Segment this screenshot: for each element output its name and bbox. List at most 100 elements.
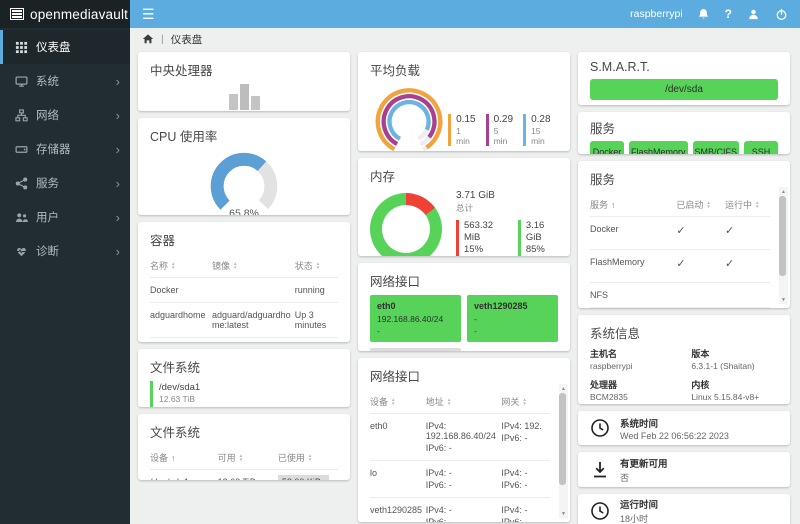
card-title: 中央处理器 <box>150 60 338 79</box>
service-chip-docker: Docker <box>590 141 624 154</box>
hostname-button[interactable]: raspberrypi <box>630 8 683 20</box>
table-row: Dockerrunning <box>150 278 338 303</box>
column-header: 网关 <box>501 395 519 408</box>
sidebar-item-label: 仪表盘 <box>36 39 71 55</box>
column-header: 已启动 <box>676 198 703 211</box>
card-smart: S.M.A.R.T. /dev/sda <box>578 52 790 105</box>
table-row: lo IPv4: -IPv6: - IPv4: -IPv6: - <box>370 461 550 498</box>
user-icon[interactable] <box>746 7 760 21</box>
column-header: 设备 <box>370 395 388 408</box>
dashboard-grid-icon <box>15 41 28 54</box>
service-chip-flashmemory: FlashMemory <box>629 141 688 154</box>
users-icon <box>15 211 28 224</box>
chevron-right-icon: › <box>116 211 120 224</box>
card-title: 网络接口 <box>370 271 558 290</box>
chevron-right-icon: › <box>116 143 120 156</box>
sidebar-item-label: 存储器 <box>36 141 71 157</box>
card-containers: 容器 名称 镜像 状态 Dockerrunning adguardhomeadg… <box>138 222 350 342</box>
scrollbar-thumb[interactable] <box>779 196 786 276</box>
mini-card-title: 运行时间 <box>620 497 658 511</box>
card-title: 容器 <box>150 230 338 249</box>
cpu-usage-gauge: 65.8% <box>150 150 338 215</box>
breadcrumb: | 仪表盘 <box>130 28 800 50</box>
chevron-right-icon: › <box>116 245 120 258</box>
scroll-down-icon[interactable]: ▼ <box>779 295 788 304</box>
card-title: 服务 <box>590 118 778 137</box>
sidebar-item-system[interactable]: 系统 › <box>0 64 130 98</box>
card-title: 平均负载 <box>370 60 558 79</box>
network-table: 设备 地址 网关 eth0 IPv4: 192.168.86.40/24IPv6… <box>370 390 550 522</box>
card-system-time: 系统时间 Wed Feb 22 06:56:22 2023 <box>578 411 790 445</box>
sidebar-item-storage[interactable]: 存储器 › <box>0 132 130 166</box>
memory-used-legend: 563.32 MiB 15% Used <box>456 220 506 256</box>
clock-icon <box>590 501 610 521</box>
sidebar-item-label: 用户 <box>36 209 59 225</box>
dashboard-content: 中央处理器 CPU 使用率 65.8% 容器 <box>130 50 800 524</box>
card-load-average: 平均负载 <box>358 52 570 151</box>
memory-info: 3.71 GiB 总计 563.32 MiB 15% Used 3.16 GiB <box>456 190 558 256</box>
column-1: 中央处理器 CPU 使用率 65.8% 容器 <box>138 52 350 524</box>
sidebar-item-label: 诊断 <box>36 243 59 259</box>
sort-icon <box>171 262 175 269</box>
mini-card-value: Wed Feb 22 06:56:22 2023 <box>620 431 729 441</box>
memory-total: 3.71 GiB <box>456 190 558 201</box>
column-header: 已使用 <box>278 451 305 464</box>
hard-drive-icon <box>15 143 28 156</box>
sort-asc-icon <box>611 201 615 209</box>
home-icon[interactable] <box>142 33 154 45</box>
main-area: | 仪表盘 中央处理器 CPU 使用率 65.8% <box>130 28 800 524</box>
card-title: 文件系统 <box>150 422 338 441</box>
download-icon <box>590 460 610 480</box>
chevron-right-icon: › <box>116 177 120 190</box>
sidebar-item-label: 网络 <box>36 107 59 123</box>
card-filesystem-gauge: 文件系统 /dev/sda1 12.63 TiB 0% <box>138 349 350 407</box>
mini-card-value: 否 <box>620 471 668 484</box>
card-title: 内存 <box>370 166 558 185</box>
table-row: FlashMemory✓✓ <box>590 250 770 283</box>
menu-toggle-icon[interactable]: ☰ <box>142 6 155 23</box>
card-uptime: 运行时间 18小时 <box>578 494 790 524</box>
heart-pulse-icon <box>15 245 28 258</box>
sysinfo-field: 主机名raspberrypi <box>590 347 685 371</box>
sort-icon <box>391 398 395 405</box>
table-row: RSync server <box>590 308 770 309</box>
clock-icon <box>590 418 610 438</box>
sidebar-item-users[interactable]: 用户 › <box>0 200 130 234</box>
sidebar-item-network[interactable]: 网络 › <box>0 98 130 132</box>
table-row: eth0 IPv4: 192.168.86.40/24IPv6: - IPv4:… <box>370 414 550 461</box>
omv-logo-icon <box>10 8 24 20</box>
sort-icon <box>706 201 710 208</box>
sort-icon <box>308 454 312 461</box>
sidebar-item-services[interactable]: 服务 › <box>0 166 130 200</box>
legend-item: 0.2815 min <box>523 114 554 146</box>
sort-asc-icon <box>171 454 175 462</box>
containers-table: 名称 镜像 状态 Dockerrunning adguardhomeadguar… <box>150 254 338 342</box>
sysinfo-field: 版本6.3.1-1 (Shaitan) <box>691 347 778 371</box>
table-scrollbar: ▲ ▼ <box>779 187 788 304</box>
sidebar-item-diagnostics[interactable]: 诊断 › <box>0 234 130 268</box>
mini-card-title: 有更新可用 <box>620 456 668 470</box>
sidebar: 仪表盘 系统 › 网络 › 存储器 › 服务 › 用户 › 诊断 <box>0 28 130 524</box>
interface-box-eth0: eth0 192.168.86.40/24 - <box>370 295 461 342</box>
load-average-gauge: 0.151 min 0.295 min 0.2815 min <box>370 84 558 151</box>
scroll-up-icon[interactable]: ▲ <box>779 187 788 196</box>
sort-icon <box>233 262 237 269</box>
chevron-right-icon: › <box>116 75 120 88</box>
power-icon[interactable] <box>774 7 788 21</box>
sidebar-item-label: 服务 <box>36 175 59 191</box>
scroll-up-icon[interactable]: ▲ <box>559 384 568 393</box>
card-title: 系统信息 <box>590 323 778 342</box>
memory-donut-chart <box>370 193 442 256</box>
card-title: CPU 使用率 <box>150 126 338 145</box>
card-memory: 内存 3.71 GiB 总计 563.32 MiB 15% Used <box>358 158 570 256</box>
help-icon[interactable]: ? <box>725 7 732 21</box>
scroll-down-icon[interactable]: ▼ <box>559 509 568 518</box>
notifications-bell-icon[interactable] <box>697 7 711 21</box>
column-header: 名称 <box>150 259 168 272</box>
sort-icon <box>316 262 320 269</box>
sidebar-item-dashboard[interactable]: 仪表盘 <box>0 30 130 64</box>
filesystem-table: 设备 可用 已使用 /dev/sda1 12.63 TiB 52.00 KiB <box>150 446 338 480</box>
load-legend: 0.151 min 0.295 min 0.2815 min <box>448 114 554 146</box>
scrollbar-thumb[interactable] <box>559 393 566 485</box>
sort-icon <box>447 398 451 405</box>
